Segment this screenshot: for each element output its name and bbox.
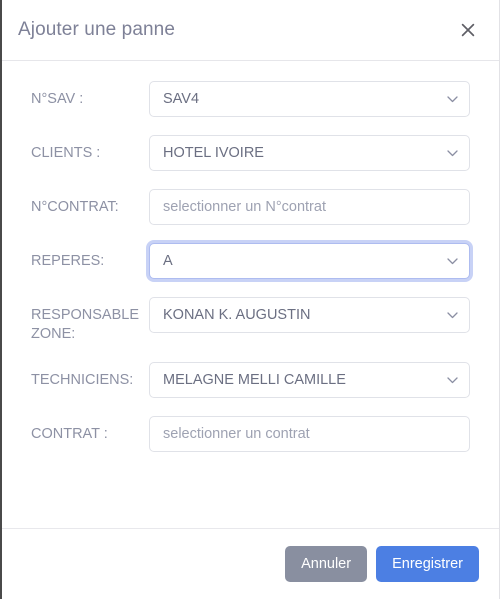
form-row-responsable-zone: RESPONSABLE ZONE: KONAN K. AUGUSTIN <box>31 297 470 344</box>
page-title: Ajouter une panne <box>18 19 175 40</box>
control-wrap-responsable-zone: KONAN K. AUGUSTIN <box>149 297 470 333</box>
control-wrap-numero-contrat: selectionner un N°contrat <box>149 189 470 225</box>
form-row-clients: CLIENTS : HOTEL IVOIRE <box>31 135 470 171</box>
form-row-numero-contrat: N°CONTRAT: selectionner un N°contrat <box>31 189 470 225</box>
form-row-reperes: REPERES: A <box>31 243 470 279</box>
label-techniciens: TECHNICIENS: <box>31 372 134 388</box>
label-numero-sav: N°SAV : <box>31 91 84 107</box>
add-panne-dialog: Ajouter une panne N°SAV : SAV4 CLIENTS : HO… <box>0 0 500 599</box>
label-reperes: REPERES: <box>31 253 105 269</box>
form-row-contrat: CONTRAT : selectionner un contrat <box>31 416 470 452</box>
control-wrap-techniciens: MELAGNE MELLI CAMILLE <box>149 362 470 398</box>
label-responsable-zone: RESPONSABLE ZONE: <box>31 307 139 342</box>
cancel-button[interactable]: Annuler <box>285 546 368 582</box>
dialog-footer: Annuler Enregistrer <box>2 528 499 599</box>
input-contrat[interactable]: selectionner un contrat <box>149 416 470 452</box>
form-row-techniciens: TECHNICIENS: MELAGNE MELLI CAMILLE <box>31 362 470 398</box>
select-techniciens[interactable]: MELAGNE MELLI CAMILLE <box>149 362 470 398</box>
control-wrap-clients: HOTEL IVOIRE <box>149 135 470 171</box>
select-clients[interactable]: HOTEL IVOIRE <box>149 135 470 171</box>
label-clients: CLIENTS : <box>31 145 101 161</box>
input-numero-contrat[interactable]: selectionner un N°contrat <box>149 189 470 225</box>
dialog-body: N°SAV : SAV4 CLIENTS : HOTEL IVOIRE N°CONTRA… <box>2 61 499 528</box>
form-row-numero-sav: N°SAV : SAV4 <box>31 81 470 117</box>
control-wrap-numero-sav: SAV4 <box>149 81 470 117</box>
select-responsable-zone[interactable]: KONAN K. AUGUSTIN <box>149 297 470 333</box>
control-wrap-contrat: selectionner un contrat <box>149 416 470 452</box>
label-contrat: CONTRAT : <box>31 426 108 442</box>
dialog-header: Ajouter une panne <box>2 0 499 61</box>
select-reperes[interactable]: A <box>149 243 470 279</box>
save-button[interactable]: Enregistrer <box>376 546 479 582</box>
close-icon[interactable] <box>455 17 481 43</box>
select-numero-sav[interactable]: SAV4 <box>149 81 470 117</box>
label-numero-contrat: N°CONTRAT: <box>31 199 119 215</box>
control-wrap-reperes: A <box>149 243 470 279</box>
